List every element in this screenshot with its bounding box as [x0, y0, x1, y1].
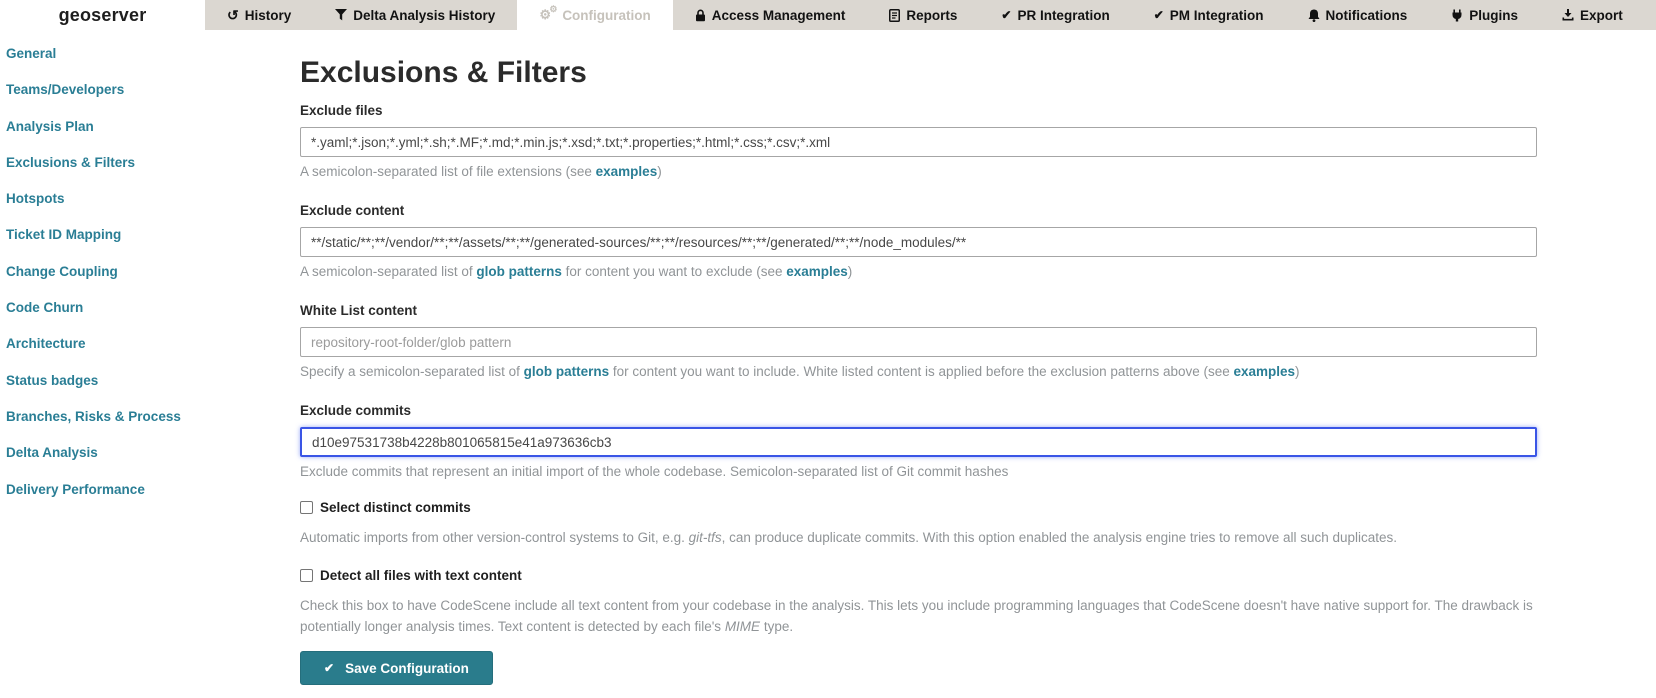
exclude-files-label: Exclude files	[300, 103, 383, 118]
bell-icon	[1308, 9, 1320, 22]
select-distinct-commits-row: Select distinct commits	[300, 500, 1537, 515]
sidebar-item-branches-risks-process[interactable]: Branches, Risks & Process	[6, 409, 295, 445]
detect-text-content-label[interactable]: Detect all files with text content	[320, 568, 522, 583]
nav-tabs: ↺ History Delta Analysis History ⚙ ⚙ Conf…	[205, 0, 1656, 30]
lock-icon	[695, 9, 706, 22]
sidebar-item-analysis-plan[interactable]: Analysis Plan	[6, 119, 295, 155]
sidebar-item-code-churn[interactable]: Code Churn	[6, 300, 295, 336]
exclude-files-input[interactable]	[300, 127, 1537, 157]
select-distinct-commits-checkbox[interactable]	[300, 501, 313, 514]
detect-text-content-checkbox[interactable]	[300, 569, 313, 582]
tab-export[interactable]: Export	[1540, 0, 1645, 30]
tab-label: History	[244, 7, 292, 23]
tab-label: Delta Analysis History	[353, 7, 496, 23]
tab-reports[interactable]: Reports	[867, 0, 979, 30]
sidebar-item-delta-analysis[interactable]: Delta Analysis	[6, 445, 295, 481]
select-distinct-commits-label[interactable]: Select distinct commits	[320, 500, 471, 515]
tab-delta-analysis-history[interactable]: Delta Analysis History	[313, 0, 517, 30]
check-icon: ✔	[1153, 8, 1164, 22]
tab-label: PR Integration	[1017, 7, 1110, 23]
history-icon: ↺	[227, 7, 239, 23]
gears-icon: ⚙ ⚙	[539, 4, 558, 22]
exclude-commits-help: Exclude commits that represent an initia…	[300, 464, 1009, 479]
examples-link[interactable]: examples	[1234, 364, 1296, 379]
tab-access-management[interactable]: Access Management	[673, 0, 868, 30]
sidebar-item-change-coupling[interactable]: Change Coupling	[6, 264, 295, 300]
sidebar-item-general[interactable]: General	[6, 46, 295, 82]
whitelist-content-input[interactable]	[300, 327, 1537, 357]
sidebar-item-teams-developers[interactable]: Teams/Developers	[6, 82, 295, 118]
sidebar-item-exclusions-filters[interactable]: Exclusions & Filters	[6, 155, 295, 191]
sidebar-item-hotspots[interactable]: Hotspots	[6, 191, 295, 227]
select-distinct-commits-help: Automatic imports from other version-con…	[300, 530, 1398, 545]
exclude-content-group: Exclude content A semicolon-separated li…	[300, 203, 1537, 280]
save-configuration-label: Save Configuration	[345, 660, 469, 676]
download-icon	[1562, 9, 1574, 21]
main-content: Exclusions & Filters Exclude files A sem…	[300, 30, 1537, 685]
tab-pr-integration[interactable]: ✔ PR Integration	[979, 0, 1131, 30]
detect-text-content-help: Check this box to have CodeScene include…	[300, 598, 1533, 634]
tab-delete[interactable]: Delete	[1645, 0, 1656, 30]
examples-link[interactable]: examples	[596, 164, 658, 179]
sidebar-item-delivery-performance[interactable]: Delivery Performance	[6, 482, 295, 518]
tab-label: Notifications	[1325, 7, 1408, 23]
whitelist-content-group: White List content Specify a semicolon-s…	[300, 303, 1537, 380]
exclude-commits-group: Exclude commits Exclude commits that rep…	[300, 403, 1537, 480]
save-configuration-button[interactable]: ✔ Save Configuration	[300, 651, 493, 685]
examples-link[interactable]: examples	[786, 264, 848, 279]
whitelist-content-help: Specify a semicolon-separated list of gl…	[300, 364, 1300, 379]
tab-notifications[interactable]: Notifications	[1286, 0, 1430, 30]
config-sidebar: General Teams/Developers Analysis Plan E…	[0, 30, 295, 518]
top-bar: geoserver ↺ History Delta Analysis Histo…	[0, 0, 1656, 30]
tab-label: Reports	[906, 7, 958, 23]
check-icon: ✔	[1001, 8, 1012, 22]
tab-pm-integration[interactable]: ✔ PM Integration	[1132, 0, 1286, 30]
glob-patterns-link[interactable]: glob patterns	[524, 364, 610, 379]
exclude-content-input[interactable]	[300, 227, 1537, 257]
tab-label: PM Integration	[1169, 7, 1264, 23]
exclude-content-label: Exclude content	[300, 203, 405, 218]
exclude-commits-label: Exclude commits	[300, 403, 412, 418]
detect-text-content-row: Detect all files with text content	[300, 568, 1537, 583]
sidebar-item-architecture[interactable]: Architecture	[6, 336, 295, 372]
report-icon	[889, 8, 901, 22]
tab-label: Plugins	[1469, 7, 1519, 23]
tab-label: Access Management	[711, 7, 846, 23]
sidebar-item-ticket-id-mapping[interactable]: Ticket ID Mapping	[6, 227, 295, 263]
plug-icon	[1451, 9, 1463, 22]
tab-configuration[interactable]: ⚙ ⚙ Configuration	[517, 0, 673, 30]
check-icon: ✔	[324, 661, 335, 675]
sidebar-item-status-badges[interactable]: Status badges	[6, 373, 295, 409]
exclude-commits-input[interactable]	[300, 427, 1537, 457]
exclude-files-group: Exclude files A semicolon-separated list…	[300, 103, 1537, 180]
page-title: Exclusions & Filters	[300, 56, 587, 89]
whitelist-content-label: White List content	[300, 303, 417, 318]
tab-plugins[interactable]: Plugins	[1429, 0, 1540, 30]
exclude-files-help: A semicolon-separated list of file exten…	[300, 164, 662, 179]
exclude-content-help: A semicolon-separated list of glob patte…	[300, 264, 853, 279]
project-name[interactable]: geoserver	[0, 0, 205, 30]
filter-icon	[335, 9, 348, 21]
glob-patterns-link[interactable]: glob patterns	[476, 264, 562, 279]
tab-label: Export	[1580, 7, 1623, 23]
tab-history[interactable]: ↺ History	[205, 0, 313, 30]
tab-label: Configuration	[562, 7, 651, 23]
